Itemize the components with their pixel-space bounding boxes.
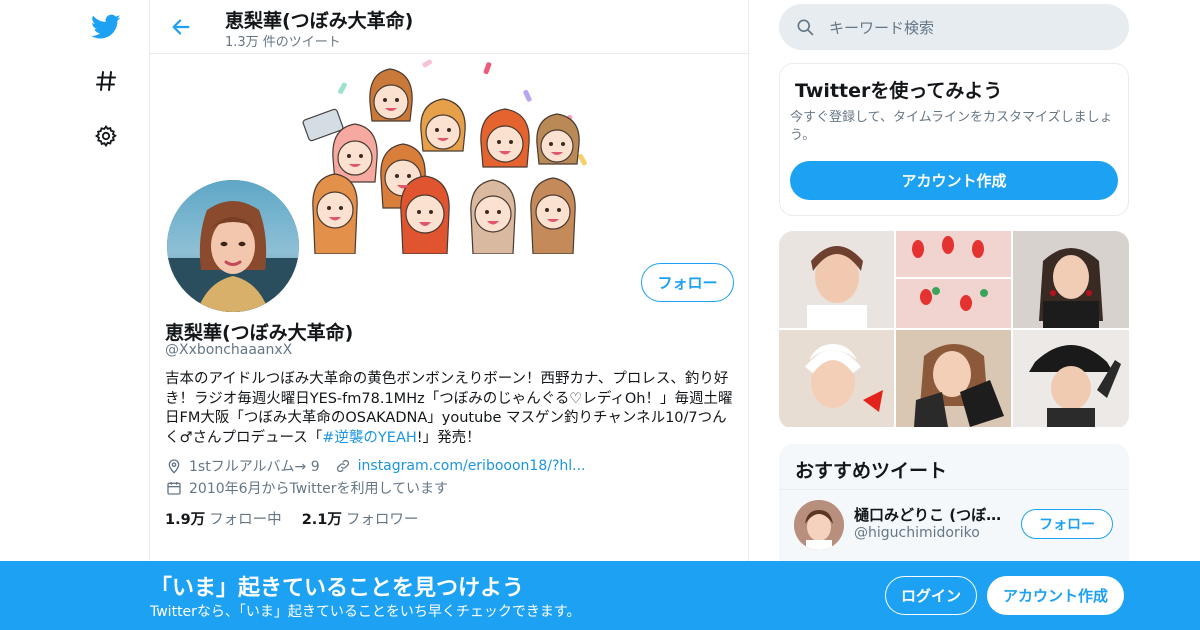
twitter-logo-icon[interactable]: [89, 10, 123, 44]
bio-text-end: !」発売！: [416, 429, 481, 446]
hashtag-icon[interactable]: [89, 64, 123, 98]
bottom-bar-title: 「いま」起きていることを見つけよう: [150, 576, 525, 601]
followers-count: 2.1万: [301, 512, 342, 528]
profile-location: 1stフルアルバム→ 9: [189, 459, 320, 475]
left-nav: [75, 0, 150, 630]
link-icon: [334, 457, 352, 475]
login-button[interactable]: ログイン: [885, 576, 977, 615]
signup-card: Twitterを使ってみよう 今すぐ登録して、タイムラインをカスタマイズしましょ…: [779, 63, 1129, 216]
create-account-button[interactable]: アカウント作成: [790, 161, 1118, 200]
bio-hashtag-link[interactable]: #逆襲のYEAH: [322, 430, 417, 446]
media-thumbnail[interactable]: [779, 231, 894, 328]
media-thumbnail[interactable]: [1013, 231, 1129, 328]
twitter-profile-page: 恵梨華(つぼみ大革命) 1.3万 件のツイート フォロー 恵梨華(つぼみ大革命)…: [0, 0, 1200, 630]
recommended-follow-button[interactable]: フォロー: [1021, 509, 1113, 539]
recommended-user-avatar[interactable]: [794, 500, 844, 550]
profile-bio: 吉本のアイドルつぼみ大革命の黄色ボンボンえりボーン！西野カナ、プロレス、釣り好き…: [165, 370, 735, 448]
media-grid: [779, 231, 1129, 429]
profile-joined-date: 2010年6月からTwitterを利用しています: [189, 481, 449, 497]
media-thumbnail[interactable]: [779, 330, 894, 427]
search-icon: [795, 17, 815, 37]
following-stat[interactable]: 1.9万 フォロー中: [165, 508, 282, 529]
signup-card-title: Twitterを使ってみよう: [795, 80, 1003, 102]
profile-handle: @XxbonchaaanxX: [165, 342, 293, 358]
profile-name: 恵梨華(つぼみ大革命): [165, 322, 354, 344]
profile-website-link[interactable]: instagram.com/eribooon18/?hl...: [358, 458, 586, 474]
profile-header-bar: 恵梨華(つぼみ大革命) 1.3万 件のツイート: [150, 0, 748, 54]
media-thumbnail[interactable]: [896, 330, 1011, 427]
calendar-icon: [165, 479, 183, 497]
followers-stat[interactable]: 2.1万 フォロワー: [302, 508, 419, 529]
followers-label: フォロワー: [345, 512, 419, 528]
profile-banner-image[interactable]: [295, 54, 605, 254]
media-thumbnail[interactable]: [896, 231, 1011, 328]
following-label: フォロー中: [209, 512, 282, 528]
header-tweet-count: 1.3万 件のツイート: [225, 35, 341, 50]
back-arrow-icon[interactable]: [166, 12, 196, 42]
signup-card-description: 今すぐ登録して、タイムラインをカスタマイズしましょう。: [790, 110, 1113, 143]
header-title: 恵梨華(つぼみ大革命): [225, 10, 414, 32]
search-placeholder: キーワード検索: [829, 18, 935, 37]
divider: [779, 489, 1129, 490]
bottom-bar-subtitle: Twitterなら、「いま」起きていることをいち早くチェックできます。: [150, 604, 581, 620]
profile-meta-row: 1stフルアルバム→ 9 instagram.com/eribooon18/?h…: [165, 456, 585, 476]
settings-gear-icon[interactable]: [89, 119, 123, 153]
signup-button[interactable]: アカウント作成: [987, 576, 1124, 615]
bottom-signup-bar: 「いま」起きていることを見つけよう Twitterなら、「いま」起きていることを…: [0, 561, 1200, 630]
following-count: 1.9万: [165, 512, 206, 528]
recommended-title: おすすめツイート: [795, 460, 948, 482]
recommended-user-name[interactable]: 樋口みどりこ (つぼみ大革命): [854, 504, 1014, 525]
media-thumbnail[interactable]: [1013, 330, 1129, 427]
profile-column: 恵梨華(つぼみ大革命) 1.3万 件のツイート フォロー 恵梨華(つぼみ大革命)…: [149, 0, 749, 630]
follow-button[interactable]: フォロー: [641, 263, 734, 302]
location-pin-icon: [165, 457, 183, 475]
search-input[interactable]: キーワード検索: [779, 4, 1129, 50]
recommended-user-handle: @higuchimidoriko: [854, 525, 980, 541]
profile-avatar[interactable]: [165, 178, 301, 314]
profile-joined-row: 2010年6月からTwitterを利用しています: [165, 478, 448, 498]
profile-stats: 1.9万 フォロー中 2.1万 フォロワー: [165, 508, 438, 529]
